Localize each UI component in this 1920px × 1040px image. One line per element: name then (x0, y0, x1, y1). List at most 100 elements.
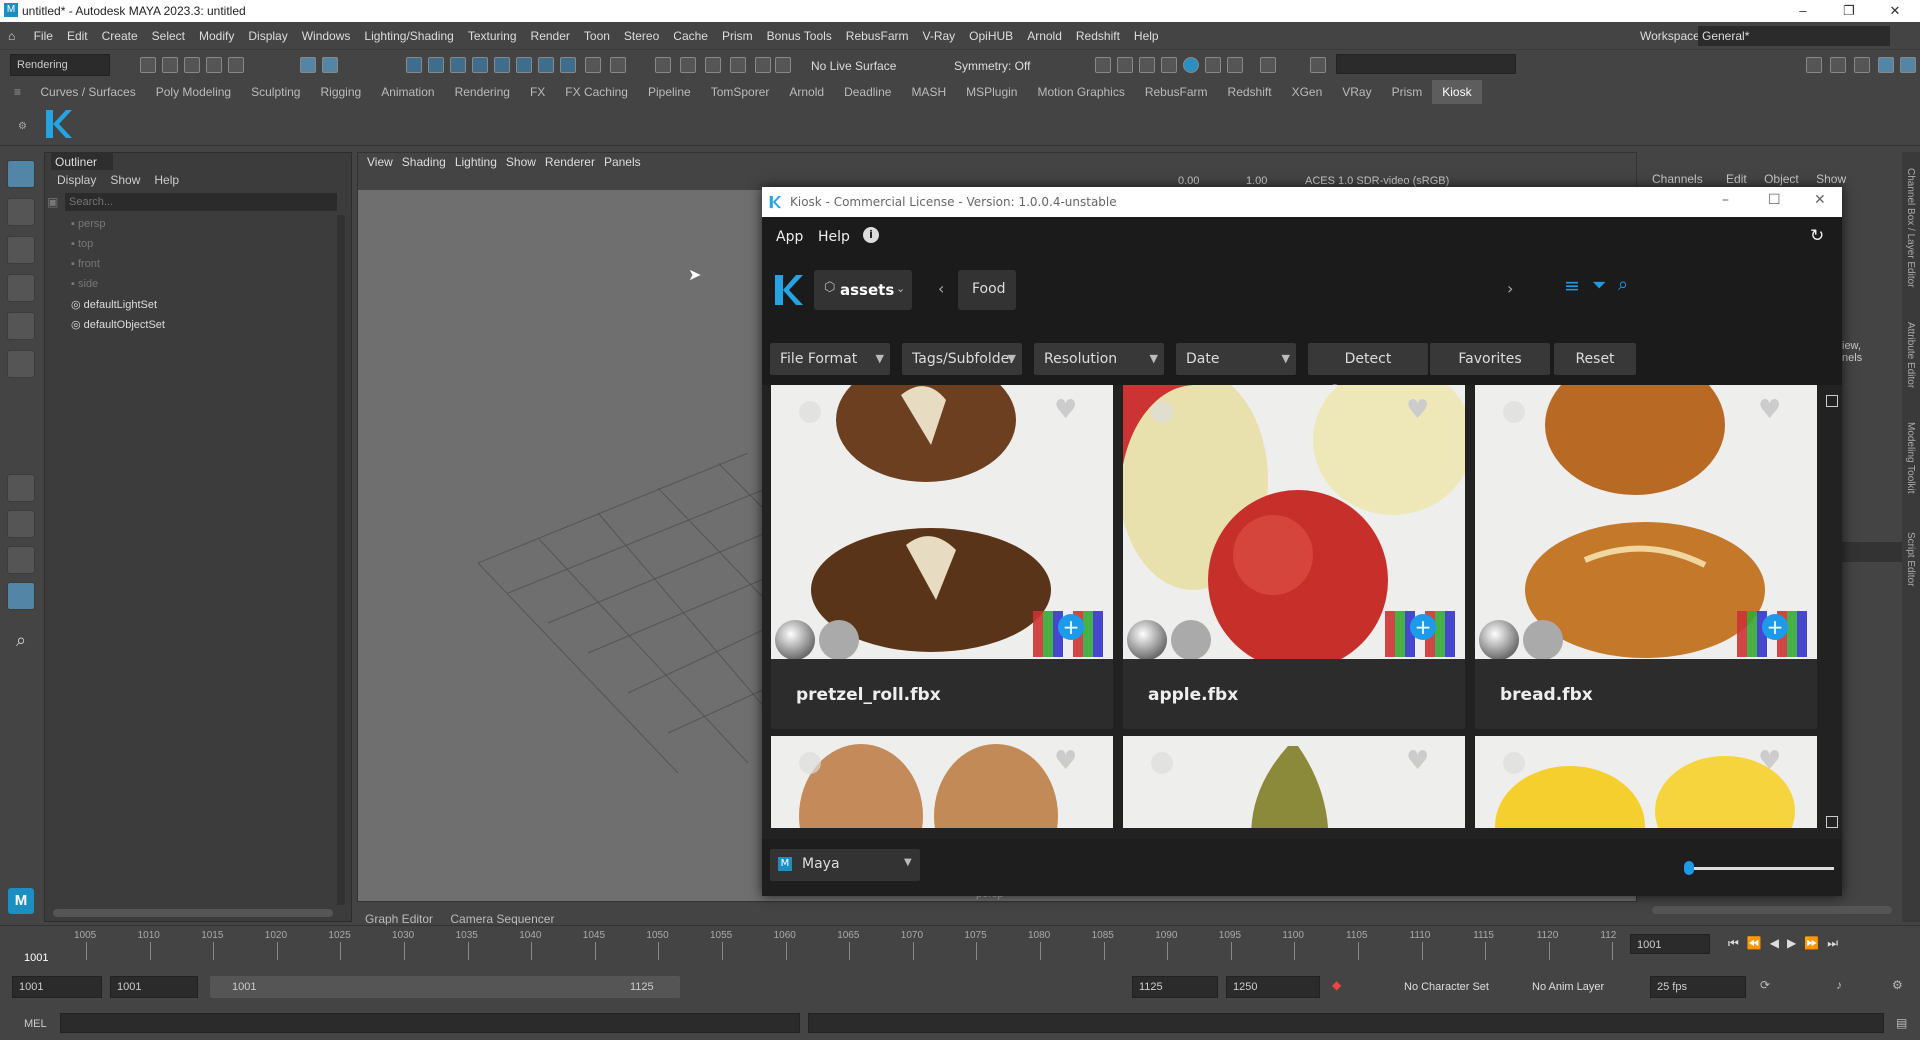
shelf-tab-rigging[interactable]: Rigging (310, 80, 371, 104)
detect-sequences-button[interactable]: Detect Sequences (1308, 343, 1428, 399)
asset-card[interactable]: ♥ + bread.fbx (1475, 385, 1817, 729)
snap-surface-icon[interactable] (494, 57, 510, 73)
menu-render[interactable]: Render (524, 22, 577, 50)
import-plus-icon[interactable]: + (1410, 614, 1436, 640)
shelf-tab-vray[interactable]: VRay (1332, 80, 1381, 104)
shelf-tab-prism[interactable]: Prism (1382, 80, 1433, 104)
gamma-value[interactable]: 1.00 (1246, 175, 1267, 187)
layer-editor-icon[interactable] (1900, 57, 1916, 73)
lasso-tool-icon[interactable] (7, 198, 35, 226)
snap-edge-icon[interactable] (538, 57, 554, 73)
go-to-start-icon[interactable]: ⏮ (1728, 936, 1747, 950)
command-language-label[interactable]: MEL (24, 1018, 47, 1030)
construction-icon[interactable] (680, 57, 696, 73)
import-plus-icon[interactable]: + (1762, 614, 1788, 640)
heart-icon[interactable]: ♥ (1758, 746, 1781, 776)
viewport-menu-shading[interactable]: Shading (402, 153, 446, 172)
scale-tool-icon[interactable] (7, 350, 35, 378)
modeling-toolkit-icon[interactable] (1806, 57, 1822, 73)
menu-create[interactable]: Create (95, 22, 145, 50)
import-plus-icon[interactable]: + (1058, 614, 1084, 640)
channel-menu-show[interactable]: Show (1816, 172, 1846, 186)
menu-file[interactable]: File (27, 22, 60, 50)
shelf-tab-mash[interactable]: MASH (901, 80, 956, 104)
channel-hscrollbar[interactable] (1652, 906, 1892, 914)
info-icon[interactable]: i (863, 227, 879, 243)
fps-select[interactable]: 25 fps (1650, 976, 1746, 998)
info-icon[interactable] (1151, 401, 1173, 423)
lock-icon[interactable] (585, 57, 601, 73)
go-to-end-icon[interactable]: ⏭ (1827, 936, 1846, 950)
viewport-menu-lighting[interactable]: Lighting (455, 153, 497, 172)
snap-curve-icon[interactable] (428, 57, 444, 73)
grid-scroll-top-marker[interactable] (1826, 395, 1838, 407)
attribute-editor-icon[interactable] (1830, 57, 1846, 73)
workspace-select[interactable]: General* (1698, 26, 1890, 46)
current-frame-field[interactable]: 1001 (1630, 934, 1710, 954)
shelf-tab-xgen[interactable]: XGen (1282, 80, 1333, 104)
snap-view-icon[interactable] (472, 57, 488, 73)
outliner-layout-icon[interactable] (7, 582, 35, 610)
menuset-select[interactable]: Rendering (10, 54, 110, 76)
heart-icon[interactable]: ♥ (1054, 395, 1077, 425)
menu-toon[interactable]: Toon (577, 22, 617, 50)
select-by-object-icon[interactable] (322, 57, 338, 73)
script-editor-icon[interactable]: ▤ (1896, 1016, 1907, 1030)
shelf-tab-msplugin[interactable]: MSPlugin (956, 80, 1027, 104)
viewport-menu-renderer[interactable]: Renderer (545, 153, 595, 172)
grid-scroll-bottom-marker[interactable] (1826, 816, 1838, 828)
shelf-tab-redshift[interactable]: Redshift (1218, 80, 1282, 104)
thumbnail-size-slider[interactable] (1684, 859, 1834, 877)
menu-windows[interactable]: Windows (295, 22, 358, 50)
auto-key-icon[interactable]: ◆ (1332, 978, 1341, 992)
move-tool-icon[interactable] (7, 274, 35, 302)
tool-settings-icon[interactable] (1854, 57, 1870, 73)
nav-back-icon[interactable]: ‹ (938, 279, 944, 298)
asset-card[interactable]: ♥ (1475, 736, 1817, 828)
side-tab-modeling-toolkit[interactable]: Modeling Toolkit (1905, 422, 1916, 494)
channel-menu-object[interactable]: Object (1764, 172, 1799, 186)
menu-help[interactable]: Help (1127, 22, 1166, 50)
play-forward-icon[interactable]: ▶ (1787, 936, 1804, 950)
command-input[interactable] (60, 1013, 800, 1033)
menu-stereo[interactable]: Stereo (617, 22, 666, 50)
shelf-tab-rebusfarm[interactable]: RebusFarm (1135, 80, 1218, 104)
side-tab-script-editor[interactable]: Script Editor (1905, 532, 1916, 586)
reset-button[interactable]: Reset (1554, 343, 1636, 375)
minimize-button[interactable]: – (1780, 0, 1826, 22)
filter-tags-subfolder[interactable]: Tags/Subfolder ▼ (902, 343, 1022, 375)
pin-icon[interactable] (610, 57, 626, 73)
loop-icon[interactable]: ⟳ (1760, 978, 1770, 992)
outliner-vscrollbar[interactable] (337, 215, 345, 905)
colorspace-select[interactable]: ACES 1.0 SDR-video (sRGB) (1305, 175, 1449, 187)
pause-icon[interactable] (1260, 57, 1276, 73)
search-field[interactable] (1336, 54, 1516, 74)
shelf-tab-fx[interactable]: FX (520, 80, 555, 104)
library-select[interactable]: ⬡ assets ⌄ (814, 270, 912, 310)
shelf-tab-deadline[interactable]: Deadline (834, 80, 901, 104)
outliner-menu-display[interactable]: Display (57, 173, 96, 187)
magnet-icon[interactable] (775, 57, 791, 73)
menu-arnold[interactable]: Arnold (1020, 22, 1069, 50)
kiosk-maximize-button[interactable]: ☐ (1768, 192, 1781, 208)
menu-lighting-shading[interactable]: Lighting/Shading (357, 22, 460, 50)
nav-forward-icon[interactable]: › (1507, 279, 1513, 298)
hypershade-icon[interactable] (1161, 57, 1177, 73)
menu-edit[interactable]: Edit (60, 22, 95, 50)
shelf-tab-tomsporer[interactable]: TomSporer (701, 80, 780, 104)
refresh-icon[interactable]: ↻ (1810, 226, 1824, 246)
channel-box-icon[interactable] (1878, 57, 1894, 73)
shelf-tab-poly-modeling[interactable]: Poly Modeling (146, 80, 241, 104)
render-icon[interactable] (1095, 57, 1111, 73)
anim-start-field[interactable]: 1001 (12, 976, 102, 998)
outliner-item-side[interactable]: ▪ side (71, 278, 98, 290)
shelf-tab-sculpting[interactable]: Sculpting (241, 80, 310, 104)
select-by-hierarchy-icon[interactable] (300, 57, 316, 73)
info-icon[interactable] (1151, 752, 1173, 774)
live-surface-label[interactable]: No Live Surface (811, 59, 896, 73)
outliner-item-front[interactable]: ▪ front (71, 258, 100, 270)
output-ops-icon[interactable] (730, 57, 746, 73)
redshift-icon[interactable] (1205, 57, 1221, 73)
preferences-icon[interactable]: ⚙ (1892, 978, 1903, 992)
shelf-tab-animation[interactable]: Animation (371, 80, 444, 104)
